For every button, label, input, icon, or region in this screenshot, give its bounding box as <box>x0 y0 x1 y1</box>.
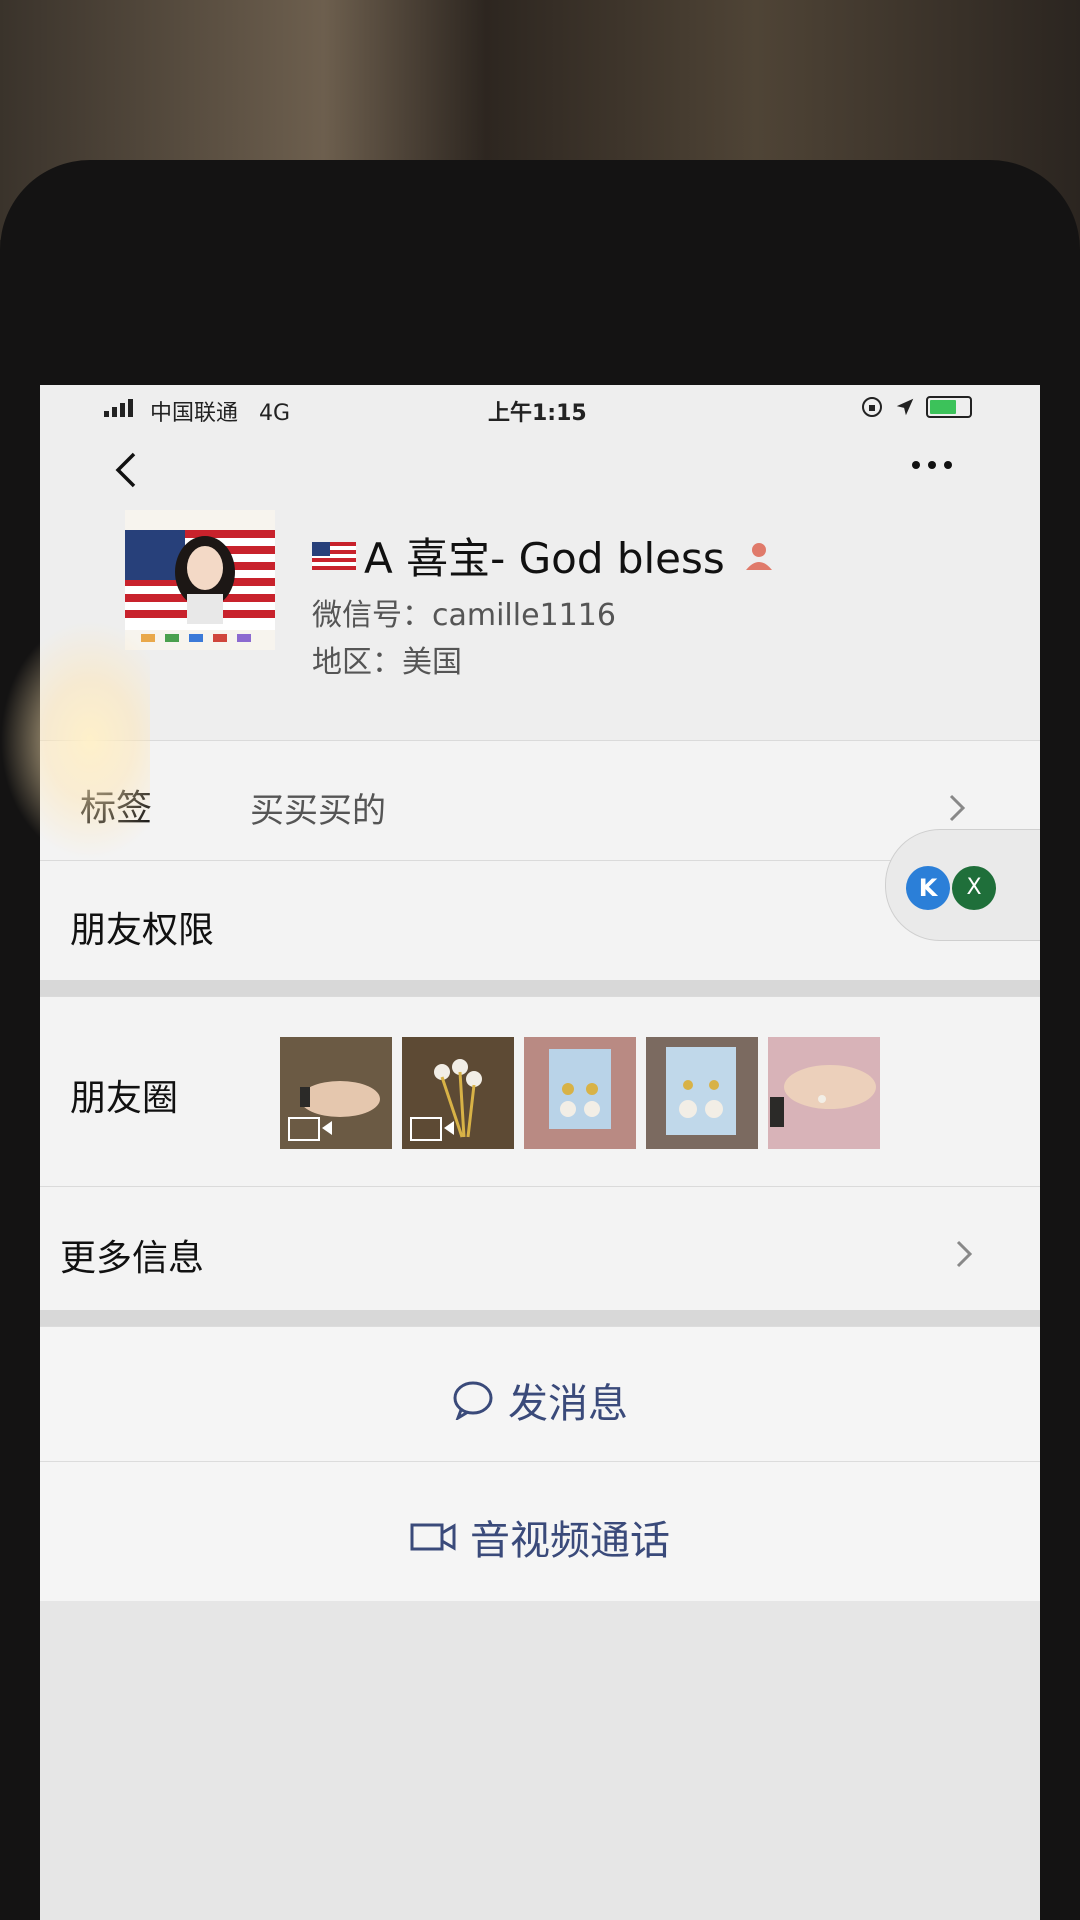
back-button[interactable] <box>112 450 138 500</box>
person-icon <box>745 542 772 570</box>
section-divider <box>40 1310 1040 1326</box>
video-call-label: 音视频通话 <box>470 1518 670 1564</box>
profile-name-row: A 喜宝- God bless <box>312 525 775 586</box>
moments-photo <box>524 1037 636 1149</box>
moments-thumbnail[interactable] <box>646 1037 758 1149</box>
send-message-content: 发消息 <box>40 1371 1040 1429</box>
status-bar: 中国联通 4G 上午1:15 <box>40 385 1040 435</box>
moments-photo <box>646 1037 758 1149</box>
more-dots-icon <box>912 461 952 469</box>
floating-app-bubble[interactable]: K X <box>885 829 1040 941</box>
light-glare <box>0 620 150 860</box>
video-icon <box>288 1117 332 1141</box>
wechat-id: 微信号：camille1116 <box>312 598 616 633</box>
video-call-button[interactable]: 音视频通话 <box>40 1461 1040 1602</box>
chevron-right-icon <box>949 794 966 822</box>
network-type: 4G <box>259 401 291 426</box>
app-x-icon[interactable]: X <box>952 866 996 910</box>
tags-value: 买买买的 <box>250 791 386 831</box>
status-icons <box>860 395 972 419</box>
send-message-label: 发消息 <box>508 1381 628 1427</box>
moments-thumbnails <box>280 1037 880 1149</box>
video-camera-icon <box>410 1523 456 1551</box>
carrier-label: 中国联通 4G <box>150 395 290 427</box>
moments-row[interactable]: 朋友圈 <box>40 996 1040 1187</box>
tags-row[interactable]: 标签 买买买的 <box>40 740 1040 861</box>
moments-photo <box>768 1037 880 1149</box>
app-k-icon[interactable]: K <box>906 866 950 910</box>
friend-permissions-label: 朋友权限 <box>70 910 215 951</box>
more-info-row[interactable]: 更多信息 <box>40 1186 1040 1311</box>
screen: 中国联通 4G 上午1:15 A 喜宝- God bless 微信号：camil… <box>40 385 1040 1920</box>
chat-bubble-icon <box>453 1381 493 1420</box>
battery-icon <box>926 396 972 418</box>
signal-icon <box>104 399 133 417</box>
more-info-label: 更多信息 <box>60 1238 205 1279</box>
moments-thumbnail[interactable] <box>768 1037 880 1149</box>
empty-area <box>40 1601 1040 1920</box>
video-call-content: 音视频通话 <box>40 1508 1040 1566</box>
moments-label: 朋友圈 <box>70 1078 179 1119</box>
video-icon <box>410 1117 454 1141</box>
display-name: A 喜宝- God bless <box>364 534 725 583</box>
more-options-button[interactable] <box>910 440 954 480</box>
moments-thumbnail[interactable] <box>402 1037 514 1149</box>
chevron-left-icon <box>115 452 136 488</box>
location-arrow-icon <box>896 398 914 416</box>
rotation-lock-icon <box>862 397 882 417</box>
clock: 上午1:15 <box>488 401 587 426</box>
us-flag-icon <box>312 541 356 570</box>
section-divider <box>40 980 1040 996</box>
carrier-name: 中国联通 <box>150 401 239 426</box>
moments-thumbnail[interactable] <box>524 1037 636 1149</box>
chevron-right-icon <box>956 1240 973 1268</box>
region: 地区：美国 <box>312 645 462 680</box>
send-message-button[interactable]: 发消息 <box>40 1326 1040 1462</box>
moments-thumbnail[interactable] <box>280 1037 392 1149</box>
